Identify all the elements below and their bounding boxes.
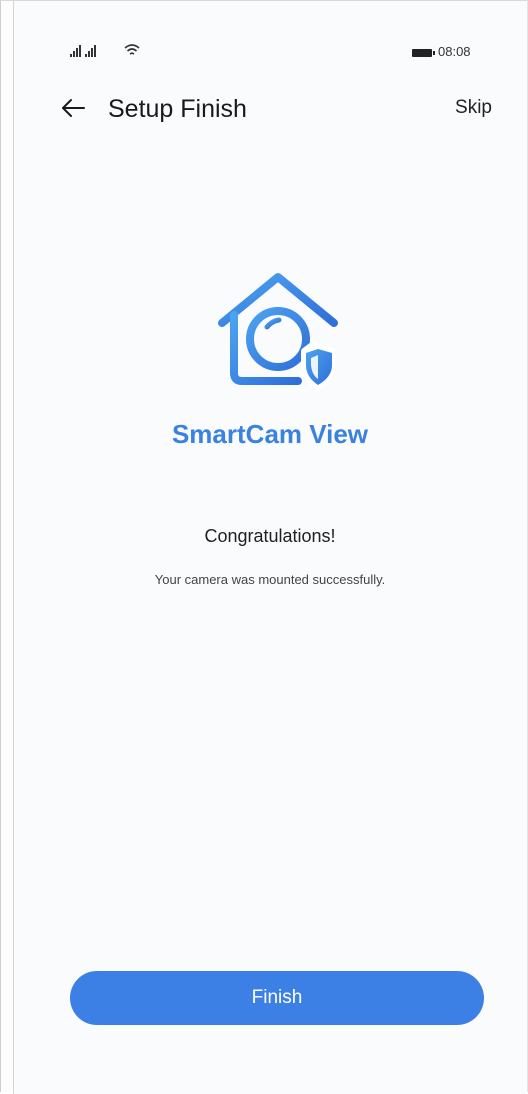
page-title: Setup Finish bbox=[108, 95, 247, 123]
home-camera-shield-icon bbox=[218, 273, 338, 390]
back-button[interactable] bbox=[58, 93, 88, 123]
header: Setup Finish Skip bbox=[14, 89, 526, 129]
signal-icon bbox=[85, 45, 96, 57]
app-name: SmartCam View bbox=[171, 419, 369, 449]
success-message: Your camera was mounted successfully. bbox=[154, 572, 386, 587]
finish-button[interactable]: Finish bbox=[70, 971, 484, 1025]
wifi-icon bbox=[124, 44, 140, 55]
screenshot-frame: 08:08 Setup Finish Skip SmartCam View Co… bbox=[0, 0, 528, 1094]
status-bar: 08:08 bbox=[14, 41, 526, 65]
signal-group bbox=[70, 45, 96, 57]
skip-link[interactable]: Skip bbox=[455, 97, 492, 119]
arrow-left-icon bbox=[62, 99, 85, 117]
congrats-headline: Congratulations! bbox=[204, 526, 336, 546]
phone-screen: 08:08 Setup Finish Skip SmartCam View Co… bbox=[13, 1, 526, 1094]
battery-icon bbox=[412, 49, 435, 57]
signal-icon bbox=[70, 45, 81, 57]
status-time: 08:08 bbox=[438, 44, 471, 59]
